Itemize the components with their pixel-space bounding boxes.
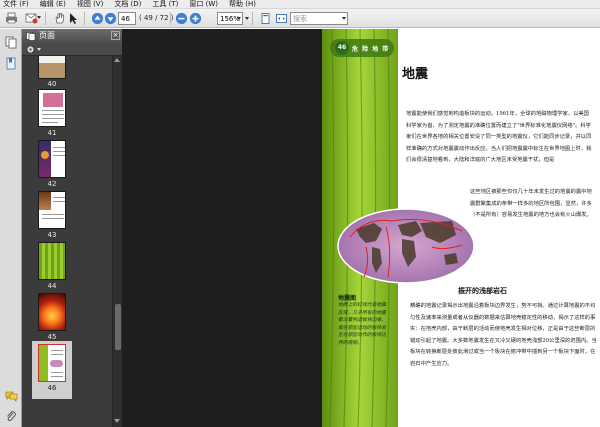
thumbnail-line <box>42 214 64 215</box>
pages-panel-header: 页面 × <box>22 29 122 43</box>
page-thumbnail-label: 43 <box>47 231 57 239</box>
previous-page-icon[interactable] <box>90 11 104 25</box>
page-number-value: 46 <box>121 15 130 23</box>
page-thumbnail-label: 40 <box>47 80 57 88</box>
close-panel-icon[interactable]: × <box>111 31 120 40</box>
email-dropdown-arrow[interactable] <box>37 16 41 19</box>
page-thumbnail[interactable] <box>38 140 66 178</box>
earthquake-world-map <box>337 208 475 284</box>
page-thumbnail-selected[interactable] <box>38 344 66 382</box>
page-thumbnail-label: 41 <box>47 129 57 137</box>
document-view[interactable]: 46 危 险 地 带 地震 地震能使我们感觉到构造板块的运动。1961年，全球的… <box>122 29 600 427</box>
menu-help[interactable]: 帮助 (H) <box>229 0 256 9</box>
thumbnail-line <box>53 151 65 152</box>
thumbnail-image <box>41 151 49 159</box>
email-icon[interactable] <box>24 11 38 25</box>
scroll-up-arrow[interactable] <box>114 58 120 62</box>
thumbnail-line <box>42 218 64 219</box>
menu-document[interactable]: 文档 (D) <box>114 0 141 9</box>
section-subheading: 振开的浅部岩石 <box>458 286 507 295</box>
thumbnail-line <box>53 155 65 156</box>
toolbar: 46 ( 49 / 72 ) 156% 搜索 <box>0 9 600 28</box>
zoom-in-icon[interactable] <box>188 11 202 25</box>
thumbnail-line <box>53 147 65 148</box>
zoom-select[interactable]: 156% <box>217 12 243 25</box>
page-count: ( 49 / 72 ) <box>139 14 174 22</box>
attachments-panel-icon[interactable] <box>4 409 18 423</box>
toolbar-separator <box>45 12 46 25</box>
fit-page-icon[interactable] <box>258 11 272 25</box>
print-icon[interactable] <box>4 11 18 25</box>
select-tool-icon[interactable] <box>66 11 80 25</box>
thumbnail-line <box>51 376 63 377</box>
section-header: 危 险 地 带 <box>352 46 390 53</box>
thumbnail-line <box>42 122 58 123</box>
bookmarks-panel-icon[interactable] <box>4 56 18 70</box>
pages-panel-icon[interactable] <box>4 35 18 49</box>
chevron-down-icon <box>342 17 346 20</box>
next-page-icon[interactable] <box>103 11 117 25</box>
thumbnail-line <box>51 354 63 355</box>
menu-view[interactable]: 视图 (V) <box>77 0 103 9</box>
pages-panel-title: 页面 <box>39 31 55 40</box>
thumbnail-line <box>42 114 64 115</box>
toolbar-separator <box>84 12 85 25</box>
page-number-badge: 46 <box>335 41 349 55</box>
article-title: 地震 <box>402 67 429 82</box>
thumbnail-line <box>51 372 63 373</box>
article-paragraph: 这些地区被那些仅仅几十年未发生过的地震的震中地震群聚集成的条带一样多的地区所包围… <box>470 189 592 218</box>
thumbnail-scrollbar[interactable] <box>112 56 122 427</box>
thumbnail-image <box>39 192 51 210</box>
thumbnail-line <box>42 110 64 111</box>
thumbnail-image <box>50 360 63 367</box>
menu-edit[interactable]: 编辑 (E) <box>40 0 66 9</box>
page-thumbnail[interactable] <box>38 56 66 79</box>
thumbnail-line <box>42 118 64 119</box>
chevron-down-icon <box>237 17 241 20</box>
page-thumbnail[interactable] <box>38 191 66 229</box>
scrollbar-thumb[interactable] <box>115 304 121 350</box>
toolbar-separator <box>252 12 253 25</box>
thumbnail-line <box>53 197 65 198</box>
menu-bar: 文件 (F) 编辑 (E) 视图 (V) 文档 (D) 工具 (T) 窗口 (W… <box>0 0 600 9</box>
fit-width-icon[interactable] <box>274 11 288 25</box>
article-paragraph: 地震能使我们感觉到构造板块的运动。1961年，全球的地磁物理学家、以美国科学家为… <box>406 111 592 163</box>
page-thumbnail-label: 45 <box>47 333 57 341</box>
page-thumbnail[interactable] <box>38 89 66 127</box>
toolbar-separator <box>170 12 171 25</box>
thumbnail-line <box>51 350 63 351</box>
page-thumbnail-label: 44 <box>47 282 57 290</box>
search-input[interactable]: 搜索 <box>290 12 348 25</box>
pages-panel: 页面 × 40 41 42 43 44 45 46 <box>22 29 122 427</box>
thumbnail-line <box>53 201 65 202</box>
page-thumbnail[interactable] <box>38 293 66 331</box>
comments-panel-icon[interactable] <box>4 389 18 403</box>
page-thumbnail-label: 42 <box>47 180 57 188</box>
navigation-rail <box>0 29 22 427</box>
document-page: 46 危 险 地 带 地震 地震能使我们感觉到构造板块的运动。1961年，全球的… <box>322 29 600 427</box>
article-paragraph: 精确的地震记录揭示出地震沿着板块边界发生，势不可挡。通过计算地震的不均匀性及速率… <box>410 303 597 367</box>
menu-file[interactable]: 文件 (F) <box>3 0 29 9</box>
figure-caption-title: 地震图 <box>338 295 357 302</box>
thumbnail-image <box>39 141 51 177</box>
figure-caption-body: 地图上的红线代表地震区域，几乎所有的地震都沿着构造板块边缘，或在那些运动的板块发… <box>338 303 386 346</box>
menu-window[interactable]: 窗口 (W) <box>189 0 218 9</box>
hand-tool-icon[interactable] <box>52 11 66 25</box>
pages-panel-options <box>22 43 122 56</box>
search-placeholder: 搜索 <box>293 15 307 23</box>
page-thumbnail-list: 40 41 42 43 44 45 46 <box>22 56 112 427</box>
page-thumbnail-label: 46 <box>47 384 57 392</box>
scroll-down-arrow[interactable] <box>114 419 120 423</box>
zoom-out-icon[interactable] <box>174 11 188 25</box>
zoom-dropdown-arrow[interactable] <box>245 17 249 20</box>
thumbnail-image <box>43 93 63 107</box>
menu-tools[interactable]: 工具 (T) <box>152 0 178 9</box>
chevron-down-icon[interactable] <box>37 48 41 51</box>
page-number-input[interactable]: 46 <box>118 12 136 25</box>
page-thumbnail[interactable] <box>38 242 66 280</box>
